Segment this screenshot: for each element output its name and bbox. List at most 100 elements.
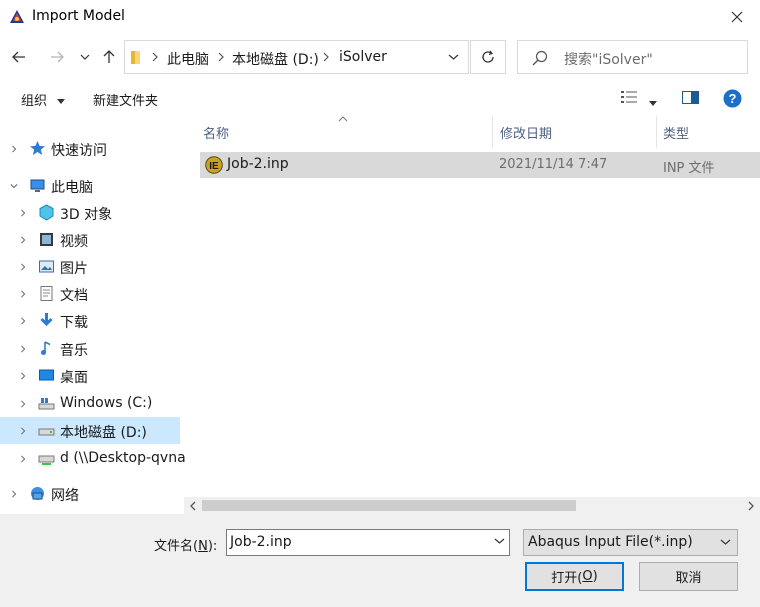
arrow-right-icon [51,51,64,63]
tree-item[interactable]: 3D 对象 [0,199,180,226]
breadcrumb-this-pc[interactable]: 此电脑 [167,49,209,69]
tree-item[interactable]: 视频 [0,226,180,253]
open-button[interactable]: 打开(O) [525,562,624,591]
new-folder-button[interactable]: 新建文件夹 [93,90,158,109]
tree-item-label: 音乐 [60,343,88,359]
tree-item-label: 本地磁盘 (D:) [60,425,147,441]
cancel-button[interactable]: 取消 [639,562,738,591]
file-row[interactable]: IE Job-2.inp 2021/11/14 7:47 INP 文件 [200,152,760,178]
svg-text:IE: IE [209,161,219,172]
abaqus-file-icon: IE [205,156,223,174]
address-bar[interactable]: 此电脑 本地磁盘 (D:) iSolver [124,40,469,74]
column-divider[interactable] [492,116,493,148]
breadcrumb-isolver[interactable]: iSolver [339,49,387,65]
chevron-down-icon [80,54,90,60]
file-type: INP 文件 [663,161,715,176]
caret-down-icon [649,101,657,106]
column-header-date[interactable]: 修改日期 [500,123,552,142]
close-icon [731,11,743,23]
tree-item[interactable]: 音乐 [0,335,180,362]
chevron-right-icon[interactable] [19,316,27,326]
music-icon [41,341,51,355]
chevron-right-icon[interactable] [19,344,27,354]
organize-menu[interactable]: 组织 [21,90,66,109]
scroll-left-icon[interactable] [188,501,198,511]
tree-item[interactable]: Windows (C:) [0,390,180,417]
up-button[interactable] [98,46,120,68]
view-options-button[interactable] [620,90,638,108]
file-type-filter[interactable]: Abaqus Input File(*.inp) [523,529,738,556]
tree-item[interactable]: 本地磁盘 (D:) [0,417,180,444]
tree-item-label: 下载 [60,315,88,331]
scroll-right-icon[interactable] [746,501,756,511]
help-button[interactable]: ? [723,89,742,112]
window-title: Import Model [32,8,125,24]
refresh-button[interactable] [470,40,506,74]
details-view-icon [621,91,637,103]
preview-pane-button[interactable] [682,91,699,108]
column-header-type[interactable]: 类型 [663,123,689,142]
tree-item-label: 此电脑 [51,180,93,196]
forward-button[interactable] [46,46,68,68]
column-divider[interactable] [656,116,657,148]
back-button[interactable] [8,46,30,68]
sort-ascending-icon [338,116,348,122]
arrow-up-icon [103,50,115,63]
search-box[interactable]: 搜索"iSolver" [517,40,748,74]
preview-pane-icon [682,91,699,104]
address-history-button[interactable] [438,41,468,73]
chevron-right-icon[interactable] [19,235,27,245]
view-menu-caret[interactable] [649,95,657,110]
computer-icon [30,179,45,192]
chevron-right-icon[interactable] [19,426,27,436]
network-drive-icon [38,455,55,465]
file-name: Job-2.inp [227,156,289,172]
video-icon [40,233,53,246]
close-button[interactable] [714,0,760,34]
documents-icon [40,286,53,301]
tree-item[interactable]: 图片 [0,253,180,280]
tree-item-label: Windows (C:) [60,395,153,411]
scrollbar-thumb[interactable] [202,500,576,511]
chevron-right-icon[interactable] [19,289,27,299]
chevron-right-icon [218,52,224,62]
horizontal-scrollbar[interactable] [184,497,760,514]
tree-item-label: 快速访问 [51,143,107,159]
tree-item[interactable]: 网络 [0,480,180,507]
3d-objects-icon [39,204,54,221]
tree-item[interactable]: 下载 [0,307,180,334]
title-bar: Import Model [0,0,760,34]
abaqus-app-icon [10,10,24,23]
chevron-right-icon[interactable] [19,399,27,409]
filter-value: Abaqus Input File(*.inp) [528,534,693,550]
search-placeholder: 搜索"iSolver" [564,52,653,68]
search-icon [532,50,548,66]
chevron-right-icon[interactable] [19,208,27,218]
filename-input[interactable]: Job-2.inp [226,529,510,556]
tree-item-label: 3D 对象 [60,207,113,223]
chevron-right-icon[interactable] [10,489,18,499]
tree-item[interactable]: 此电脑 [0,172,180,199]
chevron-right-icon[interactable] [19,454,27,464]
tree-item[interactable]: 文档 [0,280,180,307]
windows-drive-icon [38,398,55,410]
chevron-right-icon[interactable] [19,371,27,381]
chevron-right-icon[interactable] [19,262,27,272]
tree-item[interactable]: 快速访问 [0,135,180,162]
network-icon [31,487,44,500]
tree-item[interactable]: d (\\Desktop-qvna [0,445,186,472]
chevron-down-icon [720,539,731,545]
file-list: 名称 修改日期 类型 IE Job-2.inp 2021/11/14 7:47 … [184,116,760,514]
tree-item[interactable]: 桌面 [0,362,180,389]
tree-item-label: 网络 [51,488,79,504]
navigation-pane: 快速访问此电脑 3D 对象视频 图片 文档下载音乐桌面 Windows (C:) 本地磁盘… [0,120,186,514]
tree-item-label: 桌面 [60,370,88,386]
column-header-name[interactable]: 名称 [203,123,229,142]
help-icon: ? [723,89,742,108]
chevron-down-icon[interactable] [494,538,505,544]
breadcrumb-drive-d[interactable]: 本地磁盘 (D:) [232,49,319,69]
chevron-right-icon[interactable] [10,144,18,154]
recent-locations-button[interactable] [74,46,96,68]
chevron-down-icon[interactable] [10,181,18,191]
filename-label: 文件名(N): [154,539,218,554]
